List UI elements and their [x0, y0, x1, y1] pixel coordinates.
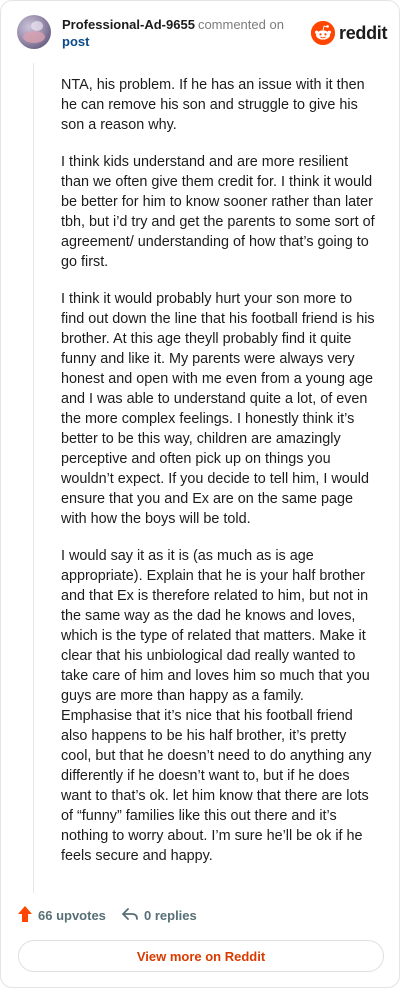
comment-embed-card: Professional-Ad-9655 commented on post re…: [0, 0, 400, 988]
comment-paragraph: I think kids understand and are more res…: [61, 154, 375, 270]
user-avatar[interactable]: [17, 15, 51, 49]
comment-footer: 66 upvotes 0 replies: [17, 904, 377, 928]
comment-paragraph: I think it would probably hurt your son …: [61, 291, 375, 527]
view-more-button[interactable]: View more on Reddit: [18, 940, 384, 972]
post-link[interactable]: post: [62, 34, 89, 50]
upvote-button[interactable]: 66 upvotes: [17, 904, 106, 928]
upvote-arrow-icon: [17, 905, 33, 928]
reply-count: 0 replies: [144, 908, 197, 923]
comment-body: NTA, his problem. If he has an issue wit…: [61, 75, 375, 883]
reddit-snoo-icon: [311, 21, 335, 45]
thread-line: [33, 63, 34, 893]
comment-header: Professional-Ad-9655 commented on post re…: [17, 15, 388, 55]
reddit-wordmark: reddit: [339, 23, 388, 43]
byline: Professional-Ad-9655 commented on: [62, 17, 284, 33]
reply-arrow-icon: [121, 906, 139, 927]
replies-button[interactable]: 0 replies: [121, 904, 197, 928]
reddit-brand[interactable]: reddit: [311, 21, 388, 45]
upvote-count: 66 upvotes: [38, 908, 106, 923]
comment-paragraph: I would say it as it is (as much as is a…: [61, 548, 372, 864]
action-text: commented on: [197, 17, 284, 32]
username-link[interactable]: Professional-Ad-9655: [62, 17, 195, 32]
comment-paragraph: NTA, his problem. If he has an issue wit…: [61, 77, 365, 133]
